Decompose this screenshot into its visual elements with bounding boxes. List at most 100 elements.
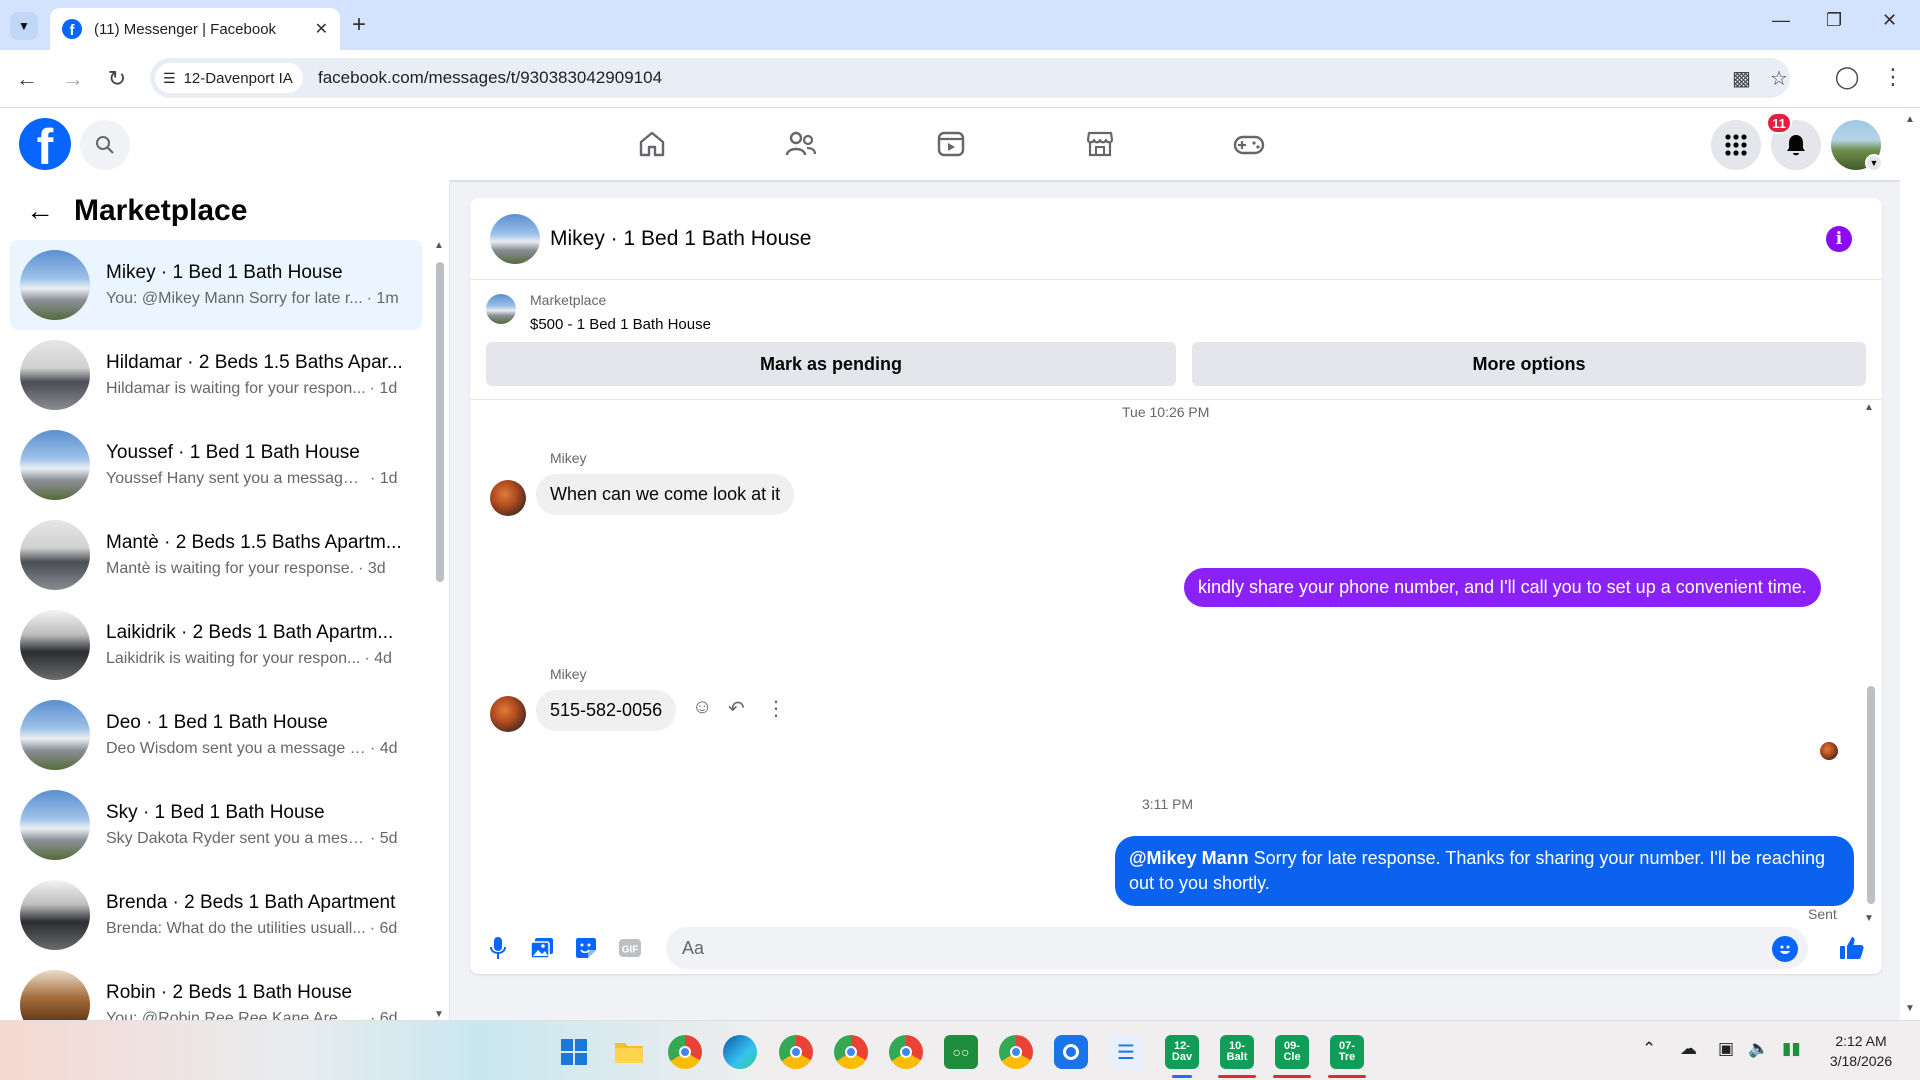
reply-icon[interactable]: ↶: [728, 696, 745, 721]
scroll-up-icon[interactable]: ▲: [434, 240, 444, 251]
chevron-up-icon[interactable]: ⌃: [1642, 1039, 1656, 1059]
incoming-message[interactable]: When can we come look at it: [536, 474, 795, 515]
gif-button[interactable]: GIF: [616, 934, 644, 962]
outgoing-message-latest[interactable]: @Mikey Mann Sorry for late response. Tha…: [1115, 836, 1854, 906]
new-tab-button[interactable]: +: [352, 12, 366, 38]
scroll-thumb[interactable]: [1867, 686, 1875, 904]
network-icon[interactable]: ▣: [1718, 1039, 1734, 1059]
more-options-button[interactable]: More options: [1192, 342, 1866, 386]
forward-button[interactable]: →: [60, 66, 86, 92]
back-button[interactable]: ←: [14, 66, 40, 92]
taskbar-tile-09-cle[interactable]: 09-Cle: [1275, 1035, 1309, 1069]
file-explorer-icon[interactable]: [612, 1035, 646, 1069]
message-input[interactable]: [666, 927, 1808, 969]
chat-scrollbar[interactable]: ▲ ▼: [1864, 402, 1878, 924]
chat-avatar[interactable]: [490, 214, 540, 264]
listing-thumbnail: [20, 790, 90, 860]
listing-thumbnail: [20, 880, 90, 950]
chat-title[interactable]: Mikey · 1 Bed 1 Bath House: [550, 227, 811, 251]
scroll-up-icon[interactable]: ▲: [1864, 402, 1874, 413]
info-icon[interactable]: i: [1826, 226, 1852, 252]
sender-name: Mikey: [550, 450, 587, 466]
tab-close-icon[interactable]: ✕: [315, 19, 328, 39]
listing-thumbnail: [20, 610, 90, 680]
browser-tab-messenger[interactable]: f (11) Messenger | Facebook ✕: [50, 8, 340, 50]
chrome-profile-3-icon[interactable]: [834, 1035, 868, 1069]
voice-clip-button[interactable]: [484, 934, 512, 962]
sticker-button[interactable]: [572, 934, 600, 962]
tab-search-dropdown[interactable]: ▼: [10, 12, 38, 40]
voicemail-app-icon[interactable]: ○○: [944, 1035, 978, 1069]
nav-video[interactable]: [926, 122, 976, 166]
chrome-profile-2-icon[interactable]: [779, 1035, 813, 1069]
scroll-down-icon[interactable]: ▼: [434, 1009, 444, 1020]
cloud-off-icon[interactable]: ☁: [1680, 1039, 1697, 1059]
account-avatar[interactable]: ▼: [1831, 120, 1883, 172]
conversation-item-deo[interactable]: Deo · 1 Bed 1 Bath House Deo Wisdom sent…: [10, 690, 422, 780]
conversation-time: · 3d: [358, 560, 386, 577]
url-text[interactable]: facebook.com/messages/t/930383042909104: [318, 68, 662, 88]
install-app-icon[interactable]: ▩: [1732, 66, 1751, 91]
taskbar-tile-12-dav[interactable]: 12-Dav: [1165, 1035, 1199, 1069]
scroll-thumb[interactable]: [436, 262, 444, 582]
menu-button[interactable]: [1711, 120, 1761, 170]
system-clock[interactable]: 2:12 AM 3/18/2026: [1818, 1031, 1904, 1071]
conversation-item-hildamar[interactable]: Hildamar · 2 Beds 1.5 Baths Apar... Hild…: [10, 330, 422, 420]
browser-menu-icon[interactable]: ⋮: [1880, 64, 1906, 90]
send-like-button[interactable]: [1838, 934, 1866, 962]
minimize-button[interactable]: —: [1772, 10, 1790, 31]
sender-avatar[interactable]: [490, 696, 526, 732]
outgoing-message[interactable]: kindly share your phone number, and I'll…: [1184, 568, 1821, 607]
page-scrollbar[interactable]: ▲ ▼: [1900, 108, 1920, 1020]
listing-thumbnail[interactable]: [486, 294, 516, 324]
volume-icon[interactable]: 🔈: [1748, 1039, 1769, 1059]
chrome-profile-5-icon[interactable]: [999, 1035, 1033, 1069]
taskbar-tile-10-balt[interactable]: 10-Balt: [1220, 1035, 1254, 1069]
bookmark-star-icon[interactable]: ☆: [1770, 66, 1788, 91]
attention-indicator: [1273, 1075, 1311, 1078]
reload-button[interactable]: ↻: [104, 66, 130, 92]
conversation-item-brenda[interactable]: Brenda · 2 Beds 1 Bath Apartment Brenda:…: [10, 870, 422, 960]
conversation-time: · 5d: [370, 830, 398, 847]
mention[interactable]: @Mikey Mann: [1129, 848, 1249, 868]
conversation-name: Mantè · 2 Beds 1.5 Baths Apartm...: [106, 532, 402, 553]
notepad-icon[interactable]: ☰: [1109, 1035, 1143, 1069]
emoji-picker-button[interactable]: [1772, 936, 1798, 962]
start-button[interactable]: [557, 1035, 591, 1069]
nav-home[interactable]: [627, 122, 677, 166]
chrome-profile-4-icon[interactable]: [889, 1035, 923, 1069]
restore-button[interactable]: ❐: [1826, 10, 1842, 31]
listing-title[interactable]: $500 - 1 Bed 1 Bath House: [530, 316, 711, 333]
address-bar[interactable]: ☰ 12-Davenport IA facebook.com/messages/…: [150, 58, 1790, 98]
chrome-profile-1-icon[interactable]: [668, 1035, 702, 1069]
facebook-search-button[interactable]: [80, 120, 130, 170]
scroll-down-icon[interactable]: ▼: [1905, 1003, 1915, 1014]
incoming-message-phone[interactable]: 515-582-0056: [536, 690, 677, 731]
sender-avatar[interactable]: [490, 480, 526, 516]
battery-icon[interactable]: ▮▮: [1782, 1039, 1801, 1059]
edge-browser-icon[interactable]: [723, 1035, 757, 1069]
attach-photo-button[interactable]: [528, 934, 556, 962]
scroll-up-icon[interactable]: ▲: [1905, 114, 1915, 125]
more-actions-icon[interactable]: ⋮: [766, 696, 786, 721]
messages-app-icon[interactable]: [1054, 1035, 1088, 1069]
conversation-item-mante[interactable]: Mantè · 2 Beds 1.5 Baths Apartm... Mantè…: [10, 510, 422, 600]
mark-as-pending-button[interactable]: Mark as pending: [486, 342, 1176, 386]
conversation-item-laikidrik[interactable]: Laikidrik · 2 Beds 1 Bath Apartm... Laik…: [10, 600, 422, 690]
nav-marketplace[interactable]: [1075, 122, 1125, 166]
window-close-button[interactable]: ✕: [1882, 10, 1897, 31]
profile-icon[interactable]: ◯: [1834, 64, 1860, 90]
conversation-list-scrollbar[interactable]: ▲ ▼: [434, 240, 446, 1020]
facebook-logo[interactable]: f: [19, 118, 71, 170]
back-arrow-icon[interactable]: ←: [26, 195, 54, 227]
conversation-item-sky[interactable]: Sky · 1 Bed 1 Bath House Sky Dakota Ryde…: [10, 780, 422, 870]
microphone-icon: [490, 937, 506, 959]
react-emoji-icon[interactable]: ☺: [692, 696, 712, 719]
conversation-item-robin[interactable]: Robin · 2 Beds 1 Bath House You: @Robin …: [10, 960, 422, 1020]
conversation-item-mikey[interactable]: Mikey · 1 Bed 1 Bath House You: @Mikey M…: [10, 240, 422, 330]
conversation-item-youssef[interactable]: Youssef · 1 Bed 1 Bath House Youssef Han…: [10, 420, 422, 510]
site-info-chip[interactable]: ☰ 12-Davenport IA: [155, 63, 303, 93]
nav-gaming[interactable]: [1224, 122, 1274, 166]
nav-friends[interactable]: [776, 122, 826, 166]
taskbar-tile-07-tre[interactable]: 07-Tre: [1330, 1035, 1364, 1069]
